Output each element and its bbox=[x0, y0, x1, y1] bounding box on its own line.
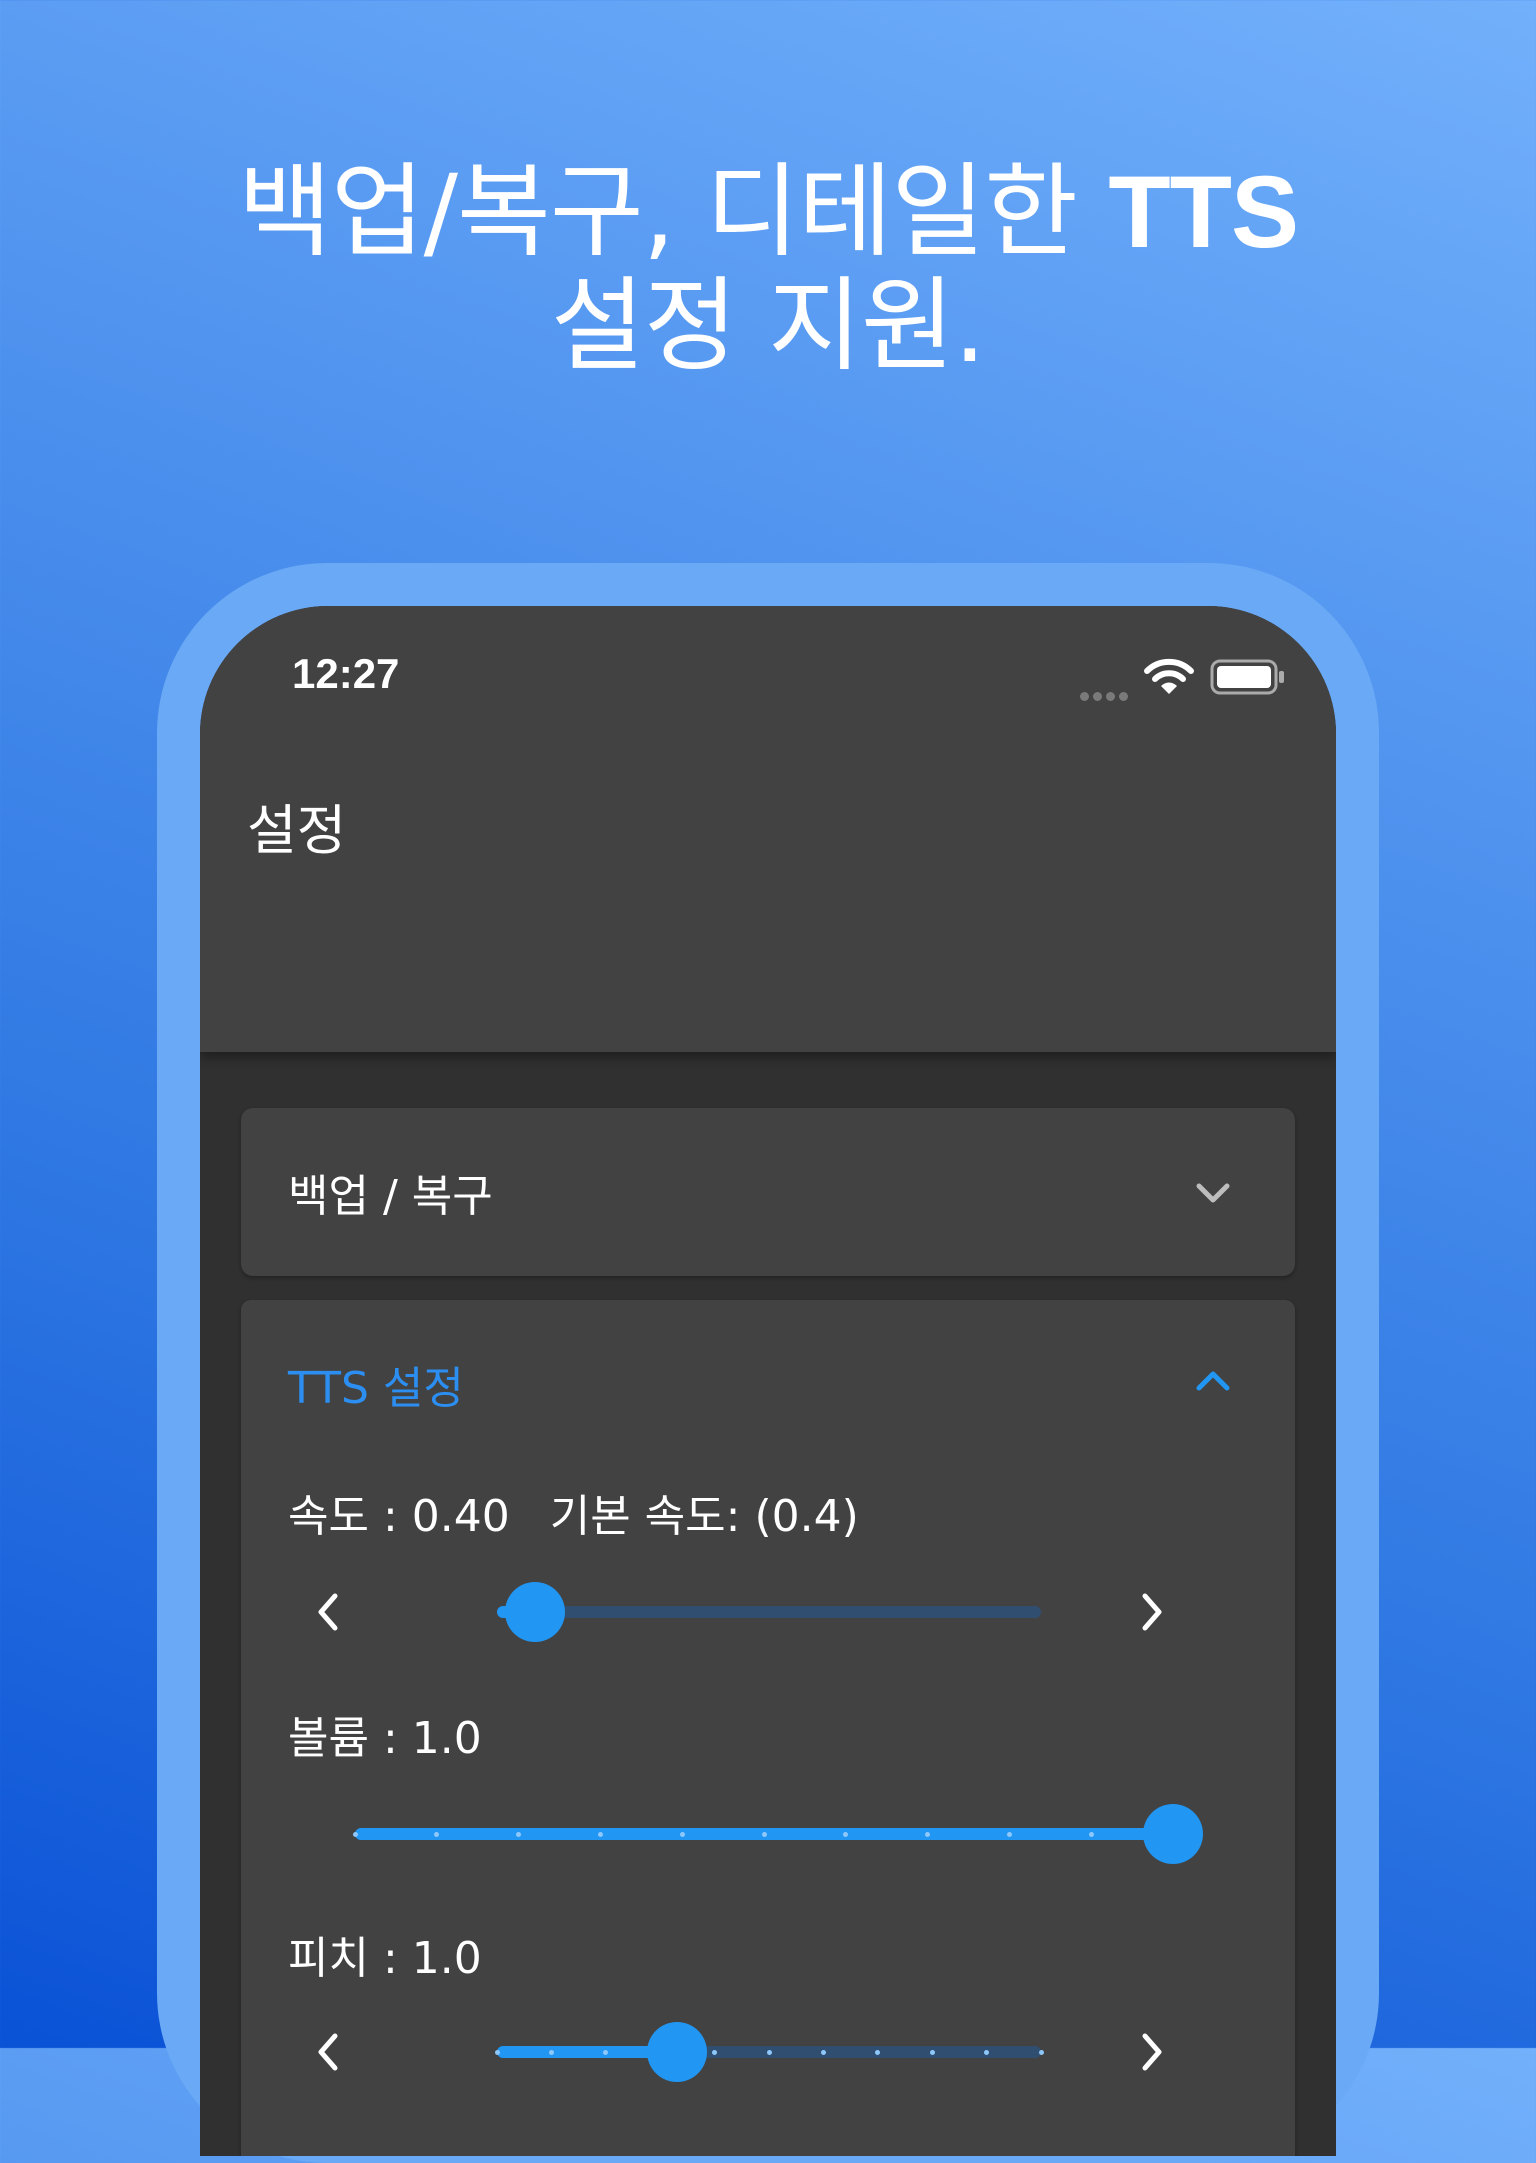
battery-icon bbox=[1210, 659, 1284, 695]
pitch-slider-tick bbox=[875, 2049, 881, 2055]
speed-decrease-chevron-left-icon[interactable] bbox=[309, 1590, 349, 1634]
volume-slider-tick bbox=[434, 1831, 440, 1837]
backup-restore-panel[interactable]: 백업 / 복구 bbox=[241, 1108, 1295, 1276]
volume-slider-tick bbox=[925, 1831, 931, 1837]
headline-tts-bold: TTS bbox=[1108, 155, 1299, 269]
volume-slider-tick bbox=[352, 1831, 358, 1837]
phone-screen: 12:27 설정 백업 / 복구 TTS 설정 속도 : 0.40 기본 속도: … bbox=[200, 606, 1336, 2156]
pitch-slider-tick bbox=[494, 2049, 500, 2055]
pitch-slider-tick bbox=[766, 2049, 772, 2055]
speed-increase-chevron-right-icon[interactable] bbox=[1131, 1590, 1171, 1634]
volume-slider-thumb[interactable] bbox=[1143, 1804, 1203, 1864]
pitch-slider-tick bbox=[603, 2049, 609, 2055]
status-time: 12:27 bbox=[292, 650, 400, 697]
pitch-slider-tick bbox=[1038, 2049, 1044, 2055]
speed-label-row: 속도 : 0.40 기본 속도: (0.4) bbox=[288, 1480, 859, 1544]
pitch-slider-tick bbox=[984, 2049, 990, 2055]
chevron-up-icon[interactable] bbox=[1191, 1366, 1235, 1396]
headline-line-2: 설정 지원. bbox=[550, 267, 986, 386]
volume-label: 볼륨 : 1.0 bbox=[288, 1713, 482, 1764]
pitch-slider-tick bbox=[929, 2049, 935, 2055]
headline-line-1: 백업/복구, 디테일한 TTS bbox=[237, 153, 1299, 272]
volume-slider-tick bbox=[761, 1831, 767, 1837]
volume-slider-tick bbox=[516, 1831, 522, 1837]
tts-settings-panel: TTS 설정 속도 : 0.40 기본 속도: (0.4) 볼륨 : 1.0 피치… bbox=[241, 1300, 1295, 2156]
volume-slider-tick bbox=[1006, 1831, 1012, 1837]
pitch-decrease-chevron-left-icon[interactable] bbox=[309, 2030, 349, 2074]
headline: 백업/복구, 디테일한 TTS 설정 지원. bbox=[0, 155, 1536, 384]
speed-slider[interactable] bbox=[497, 1582, 1041, 1642]
chevron-down-icon[interactable] bbox=[1191, 1178, 1235, 1208]
volume-slider-tick bbox=[597, 1831, 603, 1837]
pitch-slider-tick bbox=[548, 2049, 554, 2055]
pitch-increase-chevron-right-icon[interactable] bbox=[1131, 2030, 1171, 2074]
default-speed-label: 기본 속도: (0.4) bbox=[549, 1491, 859, 1542]
pitch-label: 피치 : 1.0 bbox=[288, 1933, 482, 1984]
app-bar: 12:27 설정 bbox=[200, 606, 1336, 1052]
pitch-slider-thumb[interactable] bbox=[646, 2022, 707, 2082]
page-title: 설정 bbox=[247, 799, 347, 862]
pitch-slider-tick bbox=[712, 2049, 718, 2055]
speed-slider-thumb[interactable] bbox=[505, 1582, 566, 1642]
volume-slider[interactable] bbox=[352, 1804, 1203, 1864]
volume-slider-tick bbox=[843, 1831, 849, 1837]
wifi-icon bbox=[1144, 658, 1194, 694]
volume-slider-tick bbox=[679, 1831, 685, 1837]
speed-label: 속도 : 0.40 bbox=[288, 1491, 510, 1542]
tts-settings-title[interactable]: TTS 설정 bbox=[288, 1352, 464, 1416]
speed-slider-track bbox=[497, 1606, 1041, 1618]
backup-restore-title: 백업 / 복구 bbox=[288, 1171, 493, 1222]
pitch-slider-tick bbox=[820, 2049, 826, 2055]
volume-slider-tick bbox=[1088, 1831, 1094, 1837]
cellular-signal-icon bbox=[1080, 686, 1132, 701]
